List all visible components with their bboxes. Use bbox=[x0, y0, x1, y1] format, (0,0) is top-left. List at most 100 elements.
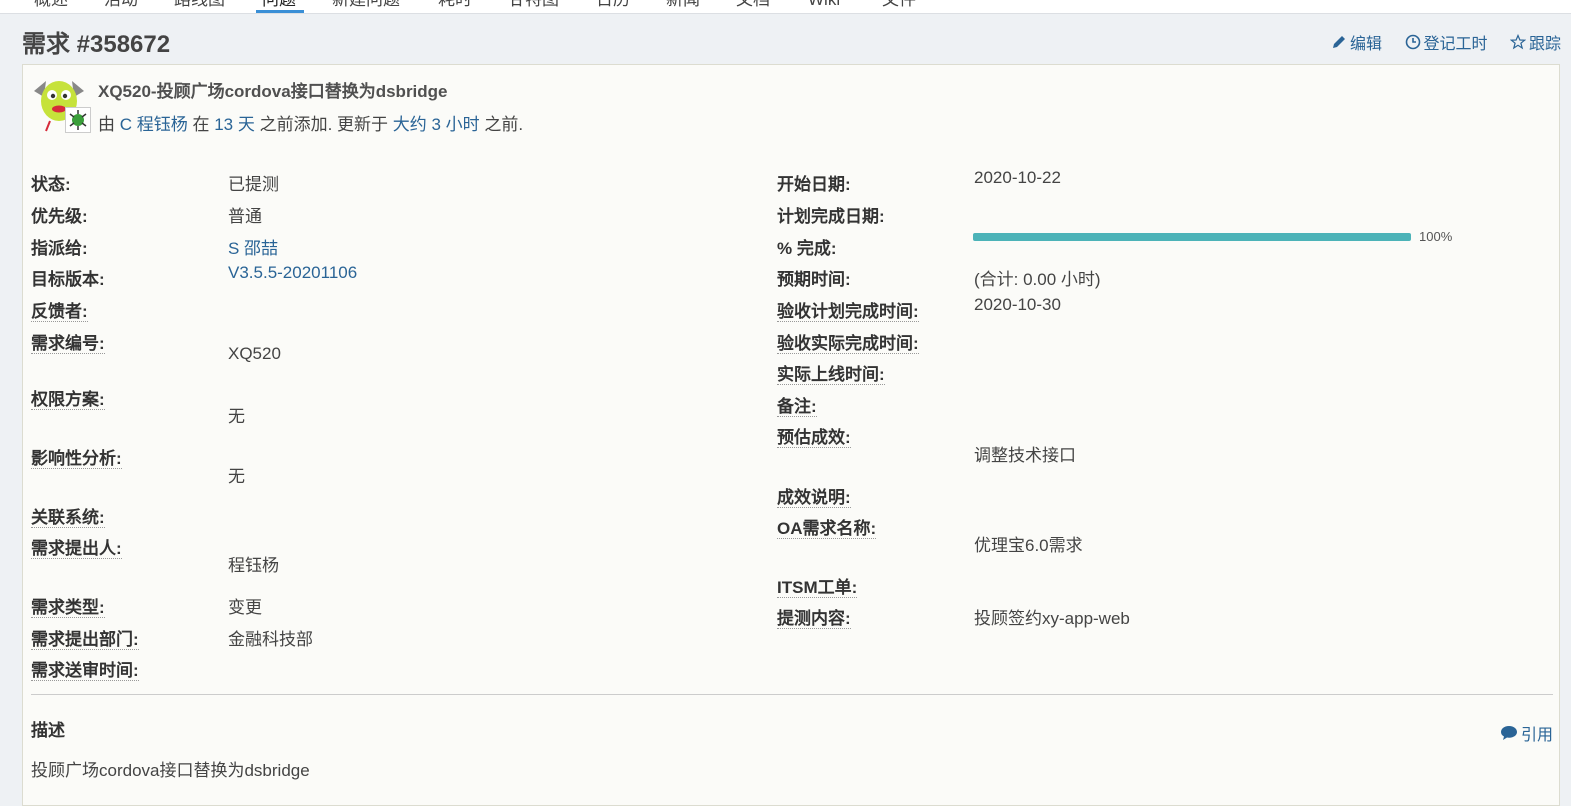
attr-label: 需求编号: bbox=[31, 334, 105, 354]
description-title: 描述 bbox=[31, 721, 65, 740]
log-time-button[interactable]: 登记工时 bbox=[1405, 30, 1488, 54]
attr-label: 需求送审时间: bbox=[31, 661, 139, 681]
tab-activity[interactable]: 活动 bbox=[104, 0, 138, 10]
attr-related-system: 关联系统: bbox=[31, 503, 105, 528]
attr-reporter: 反馈者: bbox=[31, 297, 88, 322]
attr-acceptance-actual: 验收实际完成时间: bbox=[777, 329, 919, 354]
requester-dept-value: 金融科技部 bbox=[228, 630, 313, 649]
attr-effect-description: 成效说明: bbox=[777, 483, 851, 508]
attr-label: 需求类型: bbox=[31, 598, 105, 618]
test-content-value: 投顾签约xy-app-web bbox=[974, 609, 1130, 628]
created-ago-link[interactable]: 13 天 bbox=[214, 115, 255, 134]
pencil-icon bbox=[1333, 36, 1346, 48]
attr-label: 验收计划完成时间: bbox=[777, 302, 919, 322]
quote-label: 引用 bbox=[1520, 727, 1553, 744]
active-tab-indicator bbox=[256, 10, 304, 13]
attr-requester: 需求提出人: bbox=[31, 534, 122, 559]
attr-estimated-time: 预期时间: bbox=[777, 265, 851, 290]
attr-requester-dept: 需求提出部门: bbox=[31, 625, 139, 650]
meta-by: 由 bbox=[98, 115, 115, 134]
issue-actions: 编辑 登记工时 跟踪 bbox=[1313, 30, 1561, 55]
attr-start-date: 开始日期: bbox=[777, 170, 851, 195]
updated-ago-link[interactable]: 大约 3 小时 bbox=[393, 115, 480, 134]
attr-test-content: 提测内容: bbox=[777, 604, 851, 629]
attr-label: 状态: bbox=[31, 175, 71, 194]
expected-effect-value: 调整技术接口 bbox=[974, 446, 1076, 465]
watch-label: 跟踪 bbox=[1528, 36, 1561, 53]
attr-label: OA需求名称: bbox=[777, 519, 877, 539]
tab-roadmap[interactable]: 路线图 bbox=[174, 0, 225, 10]
oa-name-value: 优理宝6.0需求 bbox=[974, 536, 1083, 555]
attr-label: 关联系统: bbox=[31, 508, 105, 528]
attr-label: % 完成: bbox=[777, 239, 837, 258]
attr-target-version: 目标版本: bbox=[31, 265, 105, 290]
attr-label: 备注: bbox=[777, 397, 817, 417]
watch-button[interactable]: 跟踪 bbox=[1509, 30, 1561, 54]
progress-bar bbox=[973, 233, 1411, 241]
attr-acceptance-plan: 验收计划完成时间: bbox=[777, 297, 919, 322]
attr-label: 预估成效: bbox=[777, 428, 851, 448]
edit-label: 编辑 bbox=[1350, 36, 1383, 53]
attr-label: 成效说明: bbox=[777, 488, 851, 508]
issue-heading: 需求 #358672 bbox=[22, 31, 171, 58]
meta-suffix: 之前. bbox=[484, 115, 524, 134]
tab-news[interactable]: 新闻 bbox=[666, 0, 700, 10]
attr-label: 提测内容: bbox=[777, 609, 851, 629]
estimated-time-value: (合计: 0.00 小时) bbox=[974, 270, 1101, 289]
attr-assignee: 指派给: bbox=[31, 234, 88, 259]
progress-fill bbox=[973, 233, 1411, 241]
attr-label: 计划完成日期: bbox=[777, 207, 885, 226]
attr-label: 开始日期: bbox=[777, 175, 851, 194]
attr-review-time: 需求送审时间: bbox=[31, 656, 139, 681]
attr-label: 需求提出部门: bbox=[31, 630, 139, 650]
log-time-label: 登记工时 bbox=[1423, 36, 1488, 53]
clock-icon bbox=[1405, 34, 1420, 50]
speech-bubble-icon bbox=[1500, 726, 1517, 740]
attr-requirement-no: 需求编号: bbox=[31, 329, 105, 354]
attr-remark: 备注: bbox=[777, 392, 817, 417]
attr-label: 实际上线时间: bbox=[777, 365, 885, 385]
avatar-small bbox=[65, 107, 91, 133]
status-value: 已提测 bbox=[228, 175, 279, 194]
attr-go-live-time: 实际上线时间: bbox=[777, 360, 885, 385]
requester-value: 程钰杨 bbox=[228, 556, 279, 575]
meta-at: 在 bbox=[192, 115, 210, 134]
tab-calendar[interactable]: 日历 bbox=[596, 0, 630, 10]
tab-overview[interactable]: 概述 bbox=[34, 0, 68, 10]
tab-new-issue[interactable]: 新建问题 bbox=[332, 0, 400, 10]
attr-label: 影响性分析: bbox=[31, 449, 122, 469]
attr-label: 验收实际完成时间: bbox=[777, 334, 919, 354]
attr-permission-plan: 权限方案: bbox=[31, 385, 105, 410]
edit-button[interactable]: 编辑 bbox=[1331, 30, 1382, 54]
requirement-type-value: 变更 bbox=[228, 598, 262, 617]
attr-label: 权限方案: bbox=[31, 390, 105, 410]
attr-status: 状态: bbox=[31, 170, 71, 195]
section-divider bbox=[31, 694, 1553, 695]
assignee-link[interactable]: S 邵喆 bbox=[228, 234, 278, 259]
issue-panel: XQ520-投顾广场cordova接口替换为dsbridge 由 C 程钰杨 在… bbox=[22, 64, 1560, 806]
impact-analysis-value: 无 bbox=[228, 467, 245, 486]
issue-meta: 由 C 程钰杨 在 13 天 之前添加. 更新于 大约 3 小时 之前. bbox=[98, 110, 523, 135]
project-tab-bar: 概述 活动 路线图 问题 新建问题 耗时 甘特图 日历 新闻 文档 Wiki 文… bbox=[0, 0, 1571, 14]
attr-label: 需求提出人: bbox=[31, 539, 122, 559]
author-link[interactable]: C 程钰杨 bbox=[120, 115, 188, 134]
tab-wiki[interactable]: Wiki bbox=[808, 0, 840, 10]
attr-oa-name: OA需求名称: bbox=[777, 514, 877, 539]
attr-expected-effect: 预估成效: bbox=[777, 423, 851, 448]
issue-subject: XQ520-投顾广场cordova接口替换为dsbridge bbox=[98, 82, 448, 101]
tab-issues[interactable]: 问题 bbox=[262, 0, 296, 10]
tab-documents[interactable]: 文档 bbox=[736, 0, 770, 10]
attr-itsm-ticket: ITSM工单: bbox=[777, 573, 858, 598]
quote-button[interactable]: 引用 bbox=[1500, 721, 1553, 745]
attr-impact-analysis: 影响性分析: bbox=[31, 444, 122, 469]
tab-time[interactable]: 耗时 bbox=[438, 0, 472, 10]
tab-files[interactable]: 文件 bbox=[882, 0, 916, 10]
description-body: 投顾广场cordova接口替换为dsbridge bbox=[31, 761, 310, 780]
priority-value: 普通 bbox=[228, 207, 262, 226]
attr-label: 目标版本: bbox=[31, 270, 105, 289]
attr-label: 反馈者: bbox=[31, 302, 88, 322]
acceptance-plan-value: 2020-10-30 bbox=[974, 295, 1061, 314]
meta-added: 之前添加. 更新于 bbox=[259, 115, 389, 134]
target-version-link[interactable]: V3.5.5-20201106 bbox=[228, 263, 357, 283]
tab-gantt[interactable]: 甘特图 bbox=[508, 0, 559, 10]
